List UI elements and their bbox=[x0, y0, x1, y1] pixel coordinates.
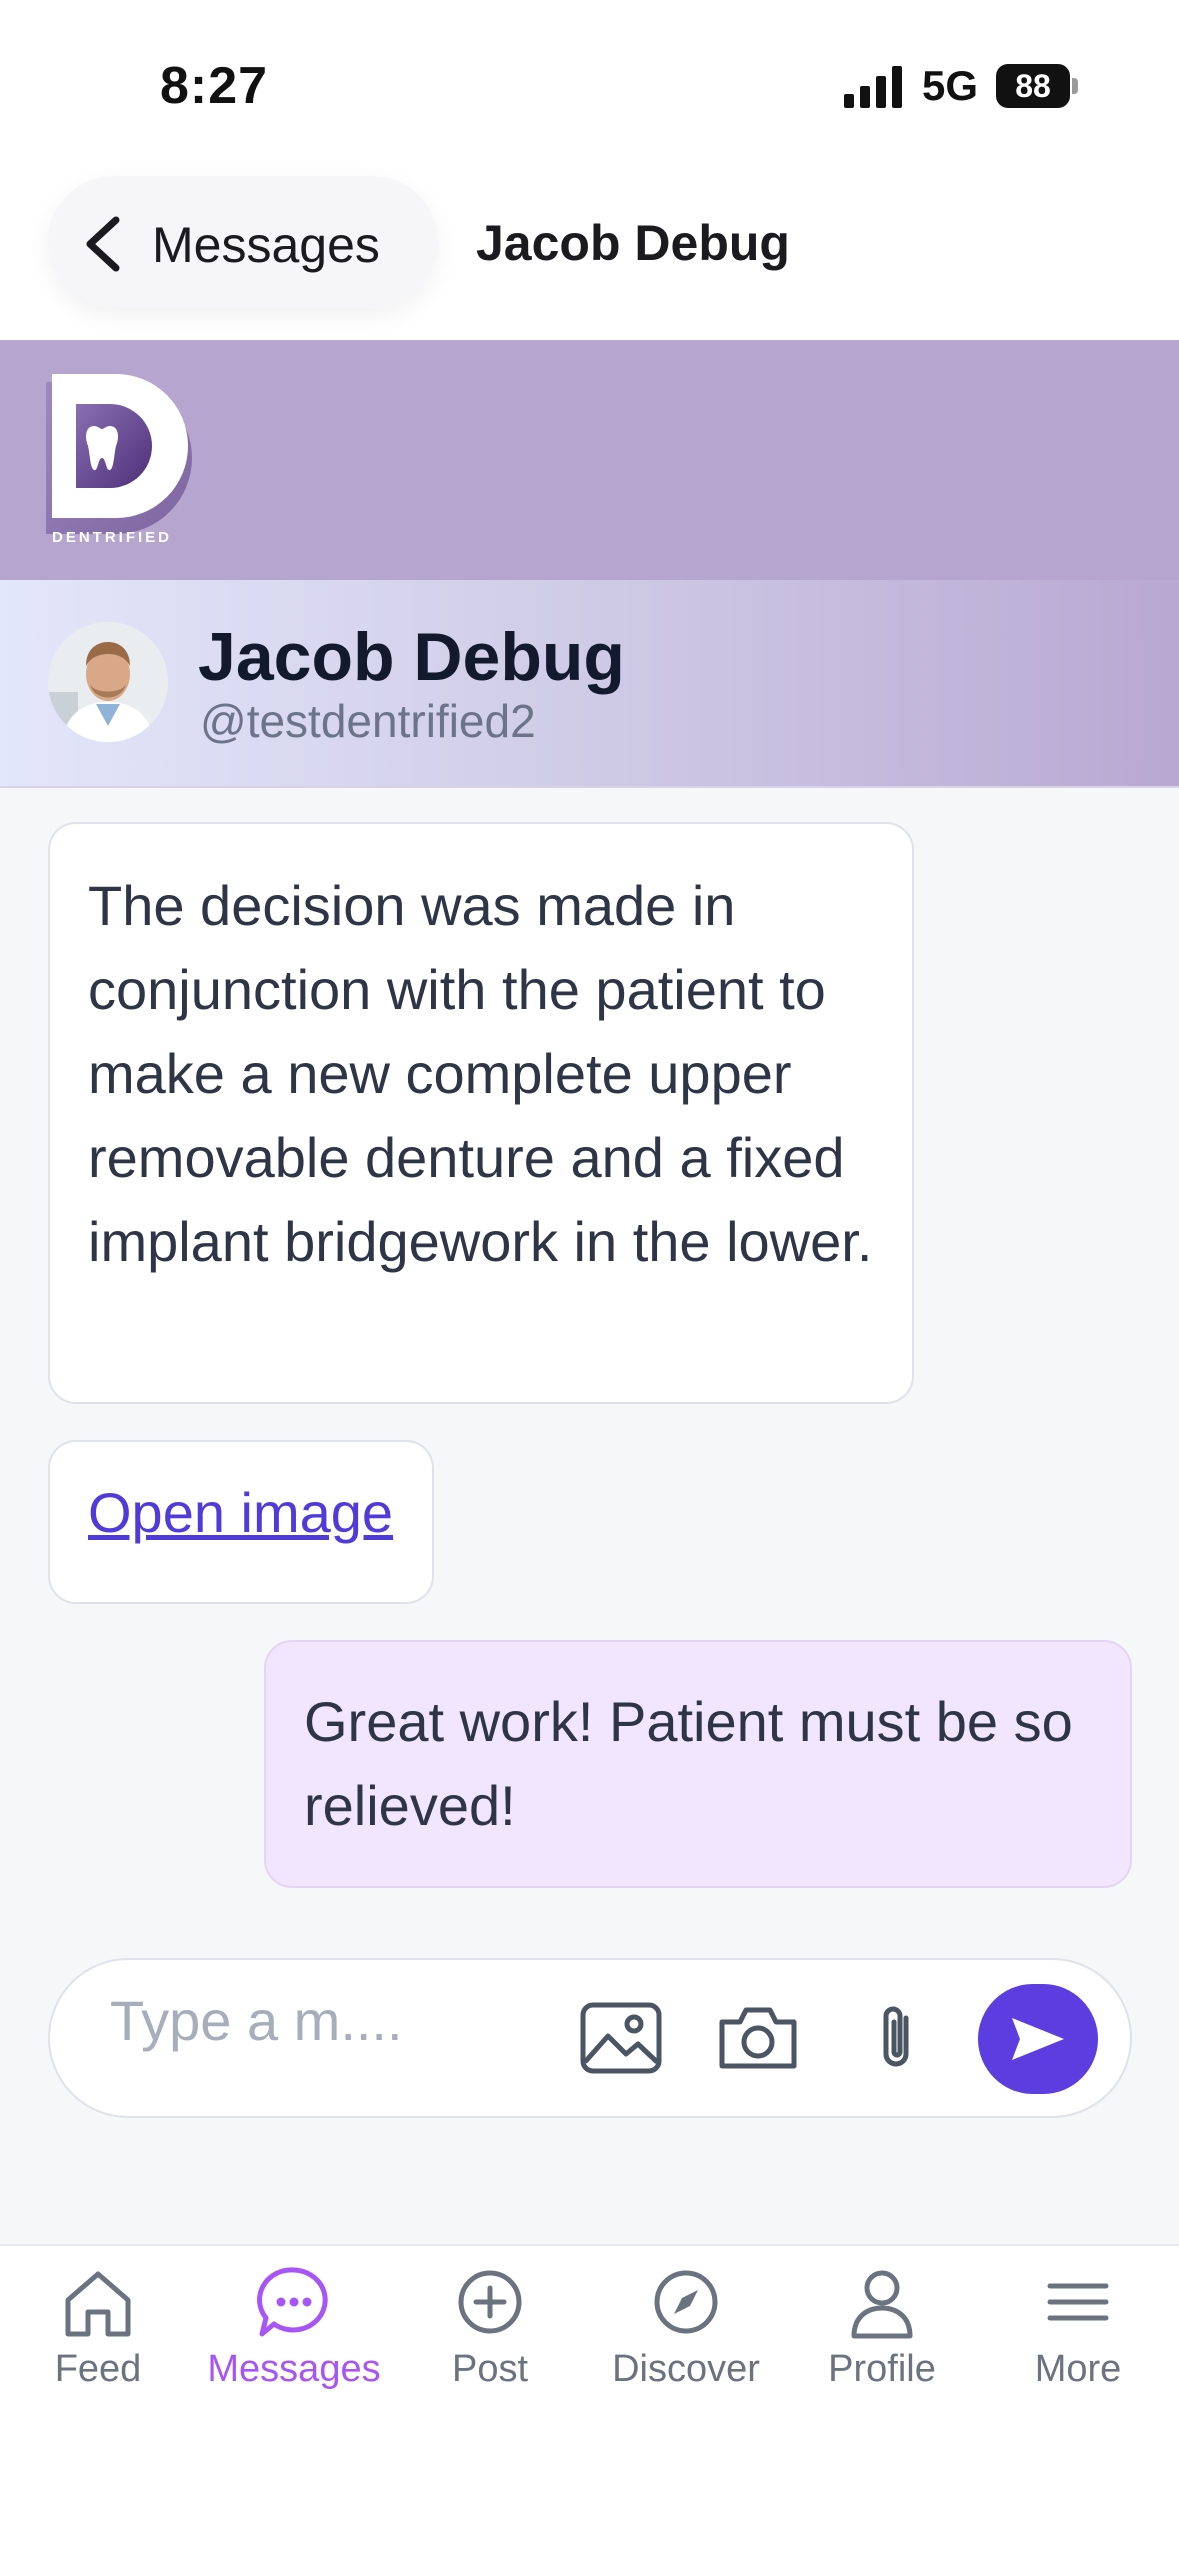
tab-discover[interactable]: Discover bbox=[588, 2262, 784, 2402]
tab-profile[interactable]: Profile bbox=[784, 2262, 980, 2402]
battery-tip bbox=[1072, 78, 1078, 94]
paperclip-icon[interactable] bbox=[872, 2002, 920, 2074]
tab-label: Feed bbox=[54, 2348, 142, 2390]
plus-circle-icon bbox=[458, 2270, 522, 2334]
logo-wordmark: DENTRIFIED bbox=[52, 529, 172, 546]
camera-icon[interactable] bbox=[716, 2002, 800, 2072]
send-icon bbox=[1012, 2018, 1064, 2060]
menu-icon bbox=[1047, 2283, 1109, 2321]
tab-label: More bbox=[1034, 2348, 1122, 2390]
battery-level: 88 bbox=[996, 64, 1070, 108]
user-icon bbox=[851, 2270, 913, 2339]
open-image-link[interactable]: Open image bbox=[88, 1480, 393, 1545]
signal-icon bbox=[844, 66, 902, 108]
message-text: The decision was made in conjunction wit… bbox=[88, 874, 873, 1273]
tab-label: Post bbox=[451, 2348, 529, 2390]
battery-icon: 88 bbox=[996, 64, 1080, 108]
message-text: Great work! Patient must be so relieved! bbox=[304, 1690, 1073, 1837]
compass-icon bbox=[654, 2270, 718, 2334]
chevron-left-icon bbox=[86, 216, 120, 272]
profile-name: Jacob Debug bbox=[198, 619, 625, 695]
dentrified-logo: DENTRIFIED bbox=[46, 374, 192, 546]
image-icon[interactable] bbox=[580, 2002, 662, 2074]
back-button-label: Messages bbox=[152, 217, 380, 273]
tab-label: Discover bbox=[612, 2348, 760, 2390]
tab-label: Profile bbox=[828, 2348, 936, 2390]
network-type: 5G bbox=[922, 62, 979, 109]
send-button[interactable] bbox=[978, 1984, 1098, 2094]
tab-label: Messages bbox=[207, 2348, 381, 2390]
tab-feed[interactable]: Feed bbox=[0, 2262, 196, 2402]
tab-more[interactable]: More bbox=[980, 2262, 1176, 2402]
tab-post[interactable]: Post bbox=[392, 2262, 588, 2402]
avatar[interactable] bbox=[48, 622, 168, 742]
status-time: 8:27 bbox=[160, 57, 269, 115]
chat-bubble-icon bbox=[257, 2267, 328, 2337]
tab-messages[interactable]: Messages bbox=[196, 2262, 392, 2402]
message-input[interactable] bbox=[110, 1980, 450, 2060]
profile-handle: @testdentrified2 bbox=[200, 695, 536, 747]
page-title: Jacob Debug bbox=[476, 215, 790, 271]
home-icon bbox=[65, 2271, 131, 2337]
